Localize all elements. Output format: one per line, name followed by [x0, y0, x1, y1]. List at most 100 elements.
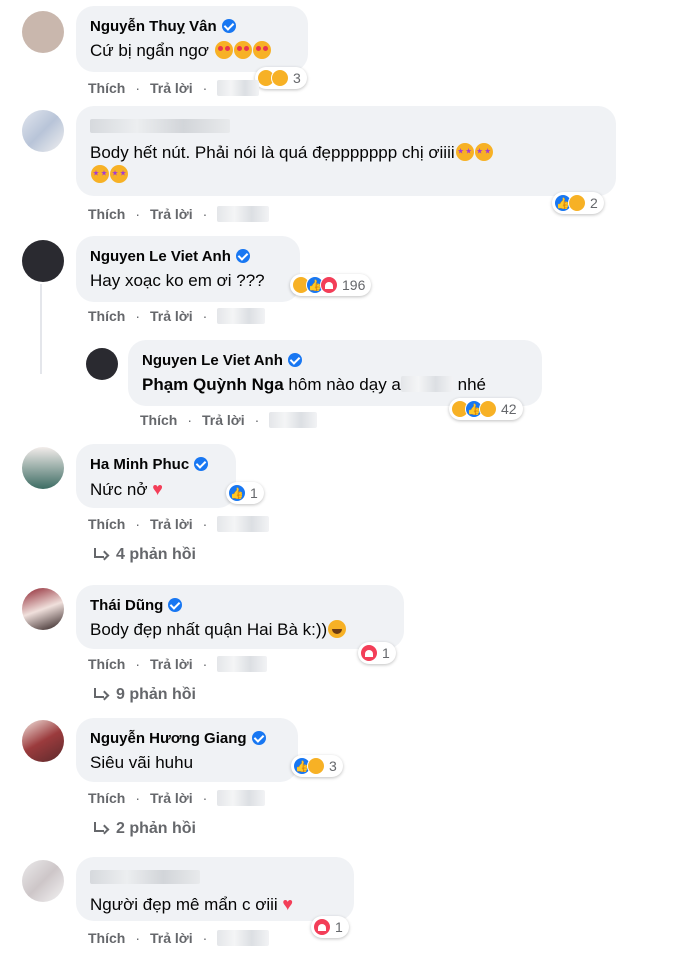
reaction-summary[interactable]: 1 — [311, 916, 349, 938]
comment-bubble: Nguyen Le Viet Anh Phạm Quỳnh Nga hôm nà… — [128, 340, 542, 406]
like-link[interactable]: Thích — [88, 930, 125, 946]
reaction-summary[interactable]: 👍 3 — [291, 755, 343, 777]
like-link[interactable]: Thích — [88, 516, 125, 532]
comment-text: Cứ bị ngẩn ngơ — [90, 41, 209, 60]
like-link[interactable]: Thích — [140, 412, 177, 428]
comment-text: Hay xoạc ko em ơi ??? — [90, 271, 265, 290]
commenter-name[interactable]: Nguyễn Thuỵ Vân — [90, 18, 217, 35]
comment-text: Nức nở — [90, 480, 148, 499]
comment-bubble: Ha Minh Phuc Nức nở ♥ — [76, 444, 236, 508]
avatar[interactable] — [22, 11, 64, 53]
separator: · — [135, 206, 141, 222]
commenter-name[interactable]: Nguyễn Hương Giang — [90, 730, 247, 747]
comment-text: Người đẹp mê mẩn c ơiii — [90, 895, 278, 914]
view-replies-link[interactable]: 9 phản hồi — [92, 686, 196, 704]
commenter-name[interactable]: Nguyen Le Viet Anh — [142, 352, 283, 369]
avatar[interactable] — [22, 588, 64, 630]
reply-link[interactable]: Trả lời — [150, 790, 193, 806]
reaction-count: 3 — [293, 70, 301, 86]
mention-link[interactable]: Phạm Quỳnh Nga — [142, 375, 284, 394]
like-reaction-icon: 👍 — [228, 484, 246, 502]
comment-actions: Thích · Trả lời · — [140, 412, 318, 428]
separator: · — [254, 412, 260, 428]
separator: · — [135, 308, 141, 324]
reply-arrow-icon — [92, 548, 108, 562]
love-reaction-icon — [320, 276, 338, 294]
heart-eyes-emoji-icon — [252, 41, 271, 59]
separator: · — [202, 790, 208, 806]
separator: · — [202, 308, 208, 324]
reaction-summary[interactable]: 3 — [255, 67, 307, 89]
reply-arrow-icon — [92, 822, 108, 836]
star-struck-emoji-icon — [455, 143, 474, 161]
separator: · — [135, 790, 141, 806]
comment-actions: Thích · Trả lời · — [88, 80, 260, 96]
verified-badge-icon — [168, 598, 183, 612]
like-link[interactable]: Thích — [88, 790, 125, 806]
comment-bubble: Body hết nút. Phải nói là quá đẹppppppp … — [76, 106, 616, 196]
avatar[interactable] — [22, 860, 64, 902]
verified-badge-icon — [287, 353, 302, 367]
reaction-summary[interactable]: 👍 2 — [552, 192, 604, 214]
reply-link[interactable]: Trả lời — [202, 412, 245, 428]
reply-link[interactable]: Trả lời — [150, 308, 193, 324]
commenter-name[interactable]: Ha Minh Phuc — [90, 456, 189, 473]
care-reaction-icon — [307, 757, 325, 775]
avatar[interactable] — [86, 348, 118, 380]
timestamp-blur — [217, 930, 270, 946]
reaction-summary[interactable]: 👍 1 — [226, 482, 264, 504]
like-link[interactable]: Thích — [88, 206, 125, 222]
reply-link[interactable]: Trả lời — [150, 930, 193, 946]
comment-bubble: Người đẹp mê mẩn c ơiii ♥ — [76, 857, 354, 921]
comment-text: hôm nào dạy a — [283, 375, 401, 394]
star-struck-emoji-icon — [91, 165, 109, 183]
verified-badge-icon — [251, 731, 266, 745]
reply-link[interactable]: Trả lời — [150, 516, 193, 532]
separator: · — [202, 516, 208, 532]
separator: · — [202, 80, 208, 96]
reaction-summary[interactable]: 👍 196 — [290, 274, 372, 296]
reaction-count: 1 — [335, 919, 343, 935]
comment-text-end: nhé — [452, 375, 486, 394]
blurred-name — [90, 119, 230, 133]
commenter-name[interactable]: Thái Dũng — [90, 597, 163, 614]
heart-eyes-emoji-icon — [233, 41, 252, 59]
avatar[interactable] — [22, 240, 64, 282]
verified-badge-icon — [221, 19, 236, 33]
laughing-emoji-icon — [328, 620, 347, 638]
comment-text: Siêu vãi huhu — [90, 753, 194, 772]
like-link[interactable]: Thích — [88, 656, 125, 672]
comment-actions: Thích · Trả lời · — [88, 656, 268, 672]
reply-link[interactable]: Trả lời — [150, 206, 193, 222]
separator: · — [135, 516, 141, 532]
comment-actions: Thích · Trả lời · — [88, 516, 270, 532]
reply-link[interactable]: Trả lời — [150, 80, 193, 96]
like-link[interactable]: Thích — [88, 80, 125, 96]
star-struck-emoji-icon — [474, 143, 493, 161]
avatar[interactable] — [22, 110, 64, 152]
comment-text: Body đẹp nhất quận Hai Bà k:)) — [90, 620, 328, 639]
avatar[interactable] — [22, 447, 64, 489]
blurred-name — [90, 870, 200, 884]
view-replies-link[interactable]: 4 phản hồi — [92, 546, 196, 564]
wow-reaction-icon — [479, 400, 497, 418]
red-heart-emoji-icon: ♥ — [282, 894, 294, 914]
timestamp-blur — [217, 516, 270, 532]
reply-link[interactable]: Trả lời — [150, 656, 193, 672]
comment-bubble: Nguyễn Hương Giang Siêu vãi huhu — [76, 718, 298, 782]
love-reaction-icon — [360, 644, 378, 662]
commenter-name[interactable]: Nguyen Le Viet Anh — [90, 248, 231, 265]
timestamp-blur — [217, 656, 268, 672]
separator: · — [135, 930, 141, 946]
separator: · — [135, 656, 141, 672]
verified-badge-icon — [235, 249, 250, 263]
reaction-count: 2 — [590, 195, 598, 211]
reaction-summary[interactable]: 👍 42 — [449, 398, 523, 420]
reaction-summary[interactable]: 1 — [358, 642, 396, 664]
like-link[interactable]: Thích — [88, 308, 125, 324]
avatar[interactable] — [22, 720, 64, 762]
star-struck-emoji-icon — [110, 165, 128, 183]
reply-arrow-icon — [92, 688, 108, 702]
view-replies-link[interactable]: 2 phản hồi — [92, 820, 196, 838]
reaction-count: 1 — [382, 645, 390, 661]
